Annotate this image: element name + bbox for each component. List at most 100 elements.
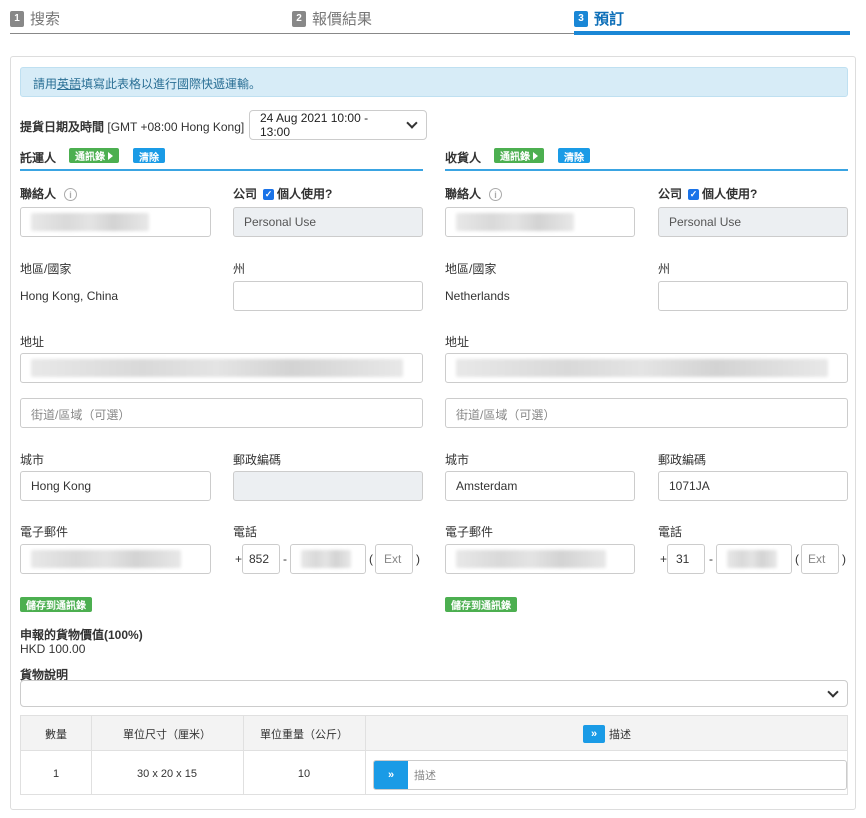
receiver-company-input[interactable]: Personal Use xyxy=(658,207,848,237)
plus-sign: + xyxy=(660,552,668,566)
shipper-save-address-button[interactable]: 儲存到通訊錄 xyxy=(20,597,92,612)
header-unit-size: 單位尺寸（厘米） xyxy=(123,728,211,741)
step-quote-results[interactable]: 2 報價結果 xyxy=(292,8,372,29)
goods-description-select[interactable] xyxy=(20,680,848,707)
shipper-email-input[interactable] xyxy=(20,544,211,574)
shipper-company-input[interactable]: Personal Use xyxy=(233,207,423,237)
step-label: 預訂 xyxy=(594,11,625,28)
pickup-timezone: [GMT +08:00 Hong Kong] xyxy=(107,120,245,134)
shipper-address-input[interactable] xyxy=(20,353,423,383)
paren-close: ) xyxy=(842,552,846,566)
receiver-ext-input[interactable]: Ext xyxy=(801,544,839,574)
redacted-value xyxy=(456,213,574,231)
pickup-datetime-value: 24 Aug 2021 10:00 - 13:00 xyxy=(260,111,369,139)
company-label-text: 公司 xyxy=(233,187,258,201)
plus-sign: + xyxy=(235,552,243,566)
step-search[interactable]: 1 搜索 xyxy=(10,8,60,29)
dash-sign: - xyxy=(283,552,287,566)
company-label-text: 公司 xyxy=(658,187,683,201)
shipper-postal-input[interactable] xyxy=(233,471,423,501)
shipper-region-value: Hong Kong, China xyxy=(20,289,119,303)
step-number: 1 xyxy=(10,10,24,27)
shipper-company-label: 公司 ✓ 個人使用? xyxy=(233,185,332,202)
receiver-state-input[interactable] xyxy=(658,281,848,311)
contact-label-text: 聯絡人 xyxy=(445,187,482,201)
redacted-value xyxy=(301,550,351,568)
progress-steps: 1 搜索 2 報價結果 3 預訂 xyxy=(10,0,850,38)
step-label: 搜索 xyxy=(30,11,61,28)
header-unit-weight: 單位重量（公斤） xyxy=(260,728,348,741)
header-quantity: 數量 xyxy=(45,728,67,741)
chevron-double-down-icon[interactable]: » xyxy=(583,724,605,743)
shipper-city-label: 城市 xyxy=(20,453,45,467)
english-notice: 請用英語填寫此表格以進行國際快遞運輸。 xyxy=(20,67,848,97)
info-icon[interactable]: i xyxy=(489,188,503,202)
receiver-address-input[interactable] xyxy=(445,353,848,383)
chevron-down-icon xyxy=(406,117,418,129)
shipper-street-input[interactable]: 街道/區域（可選） xyxy=(20,398,423,428)
receiver-clear-button[interactable]: 清除 xyxy=(558,148,590,164)
receiver-postal-input[interactable]: 1071JA xyxy=(658,471,848,501)
receiver-region-label: 地區/國家 xyxy=(445,262,497,276)
declared-value-label: 申報的貨物價值(100%) xyxy=(20,628,143,642)
shipper-title: 託運人 xyxy=(20,151,57,165)
shipper-phone-label: 電話 xyxy=(233,525,258,539)
receiver-city-input[interactable]: Amsterdam xyxy=(445,471,635,501)
notice-text: 請用 xyxy=(33,77,58,91)
receiver-email-input[interactable] xyxy=(445,544,635,574)
shipper-clear-button[interactable]: 清除 xyxy=(133,148,165,164)
personal-use-checkbox[interactable]: ✓ xyxy=(263,189,275,201)
shipper-contact-label: 聯絡人 i xyxy=(20,185,78,202)
header-description: » 描述 xyxy=(365,716,849,751)
shipper-ext-input[interactable]: Ext xyxy=(375,544,413,574)
booking-form: 請用英語填寫此表格以進行國際快遞運輸。 提貨日期及時間 [GMT +08:00 … xyxy=(10,56,856,810)
receiver-city-label: 城市 xyxy=(445,453,470,467)
shipper-region-label: 地區/國家 xyxy=(20,262,72,276)
redacted-value xyxy=(31,550,181,568)
receiver-phone-label: 電話 xyxy=(658,525,683,539)
personal-use-checkbox[interactable]: ✓ xyxy=(688,189,700,201)
shipper-contact-input[interactable] xyxy=(20,207,211,237)
shipper-city-input[interactable]: Hong Kong xyxy=(20,471,211,501)
shipper-address-book-button[interactable]: 通訊錄 xyxy=(69,148,119,163)
package-table: 數量 單位尺寸（厘米） 單位重量（公斤） » 描述 1 30 x 20 x 15… xyxy=(20,715,848,795)
receiver-street-input[interactable]: 街道/區域（可選） xyxy=(445,398,848,428)
row-description-field[interactable]: » 描述 xyxy=(373,760,847,790)
info-icon[interactable]: i xyxy=(64,188,78,202)
receiver-divider xyxy=(445,169,848,171)
receiver-email-label: 電子郵件 xyxy=(445,525,494,539)
chevron-double-right-icon[interactable]: » xyxy=(374,761,408,789)
receiver-phone-input[interactable] xyxy=(716,544,792,574)
shipper-phone-input[interactable] xyxy=(290,544,366,574)
shipper-divider xyxy=(20,169,423,171)
dash-sign: - xyxy=(709,552,713,566)
shipper-phone-code-input[interactable]: 852 xyxy=(242,544,280,574)
receiver-postal-label: 郵政編碼 xyxy=(658,453,707,467)
pickup-datetime-select[interactable]: 24 Aug 2021 10:00 - 13:00 xyxy=(249,110,427,140)
pickup-label: 提貨日期及時間 [GMT +08:00 Hong Kong] xyxy=(20,118,244,135)
receiver-contact-input[interactable] xyxy=(445,207,635,237)
declared-value: HKD 100.00 xyxy=(20,642,86,656)
shipper-address-label: 地址 xyxy=(20,335,45,349)
receiver-phone-code-input[interactable]: 31 xyxy=(667,544,705,574)
personal-use-label: 個人使用? xyxy=(702,187,758,201)
active-step-indicator xyxy=(574,31,850,35)
paren-open: ( xyxy=(795,552,799,566)
step-number: 3 xyxy=(574,10,588,27)
caret-right-icon xyxy=(533,151,538,160)
step-label: 報價結果 xyxy=(312,11,373,28)
shipper-state-input[interactable] xyxy=(233,281,423,311)
paren-close: ) xyxy=(416,552,420,566)
shipper-state-label: 州 xyxy=(233,262,246,276)
redacted-value xyxy=(31,213,149,231)
step-booking[interactable]: 3 預訂 xyxy=(574,8,624,29)
receiver-title: 收貨人 xyxy=(445,151,482,165)
row-unit-weight: 10 xyxy=(297,768,311,780)
receiver-save-address-button[interactable]: 儲存到通訊錄 xyxy=(445,597,517,612)
receiver-contact-label: 聯絡人 i xyxy=(445,185,503,202)
personal-use-label: 個人使用? xyxy=(277,187,333,201)
english-link[interactable]: 英語 xyxy=(57,77,81,91)
redacted-value xyxy=(456,550,606,568)
receiver-address-book-button[interactable]: 通訊錄 xyxy=(494,148,544,163)
contact-label-text: 聯絡人 xyxy=(20,187,57,201)
